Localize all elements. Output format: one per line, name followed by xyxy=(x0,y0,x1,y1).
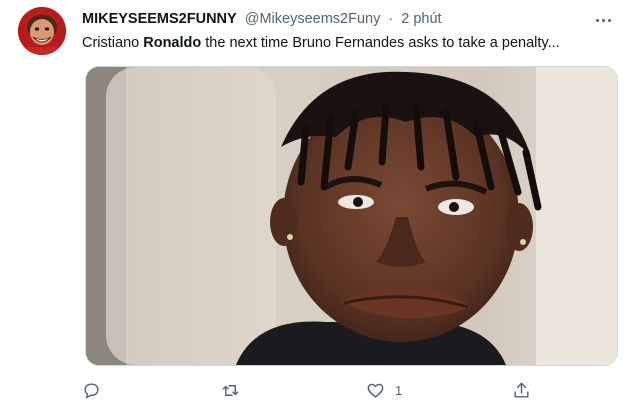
separator-dot: · xyxy=(388,11,394,27)
retweet-button[interactable] xyxy=(221,378,240,402)
tweet-header: MIKEYSEEMS2FUNNY @Mikeyseems2Funy · 2 ph… xyxy=(82,9,622,31)
tweet-text-bold: Ronaldo xyxy=(143,35,202,51)
like-count: 1 xyxy=(395,382,403,398)
retweet-icon xyxy=(222,384,239,396)
avatar[interactable] xyxy=(18,7,66,55)
reply-button[interactable] xyxy=(82,378,101,402)
display-name[interactable]: MIKEYSEEMS2FUNNY xyxy=(82,11,237,27)
tweet-media-image[interactable] xyxy=(85,66,618,366)
like-icon xyxy=(367,383,384,398)
tweet-text-part: the next time Bruno Fernandes asks to ta… xyxy=(201,35,560,51)
like-button[interactable]: 1 xyxy=(366,378,402,402)
timestamp[interactable]: 2 phút xyxy=(401,11,441,27)
share-icon xyxy=(514,382,529,398)
user-handle[interactable]: @Mikeyseems2Funy xyxy=(245,11,381,27)
tweet-card[interactable]: MIKEYSEEMS2FUNNY @Mikeyseems2Funy · 2 ph… xyxy=(0,0,630,409)
tweet-text-part: Cristiano xyxy=(82,35,144,51)
media-picture xyxy=(86,67,617,365)
reply-icon xyxy=(84,382,99,398)
share-button[interactable] xyxy=(512,378,531,402)
tweet-text: Cristiano Ronaldo the next time Bruno Fe… xyxy=(82,33,622,53)
tweet-actions: 1 xyxy=(82,378,622,402)
avatar-image xyxy=(18,7,66,55)
more-options-icon[interactable] xyxy=(596,12,616,24)
